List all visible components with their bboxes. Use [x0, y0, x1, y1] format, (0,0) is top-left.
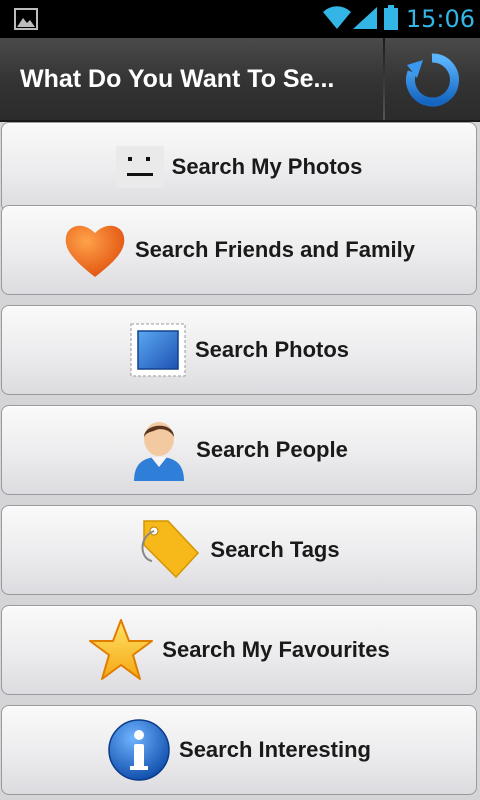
image-notification-icon [14, 8, 38, 34]
tag-icon [138, 517, 202, 583]
status-bar: 15:06 [0, 0, 480, 38]
menu-item-label: Search My Favourites [162, 637, 390, 662]
menu-item-label: Search Photos [194, 337, 350, 362]
search-people-button[interactable]: Search People [1, 405, 477, 495]
title-bar: What Do You Want To Se... [0, 38, 480, 122]
menu-item-label: Search People [196, 437, 348, 462]
menu-item-label: Search Friends and Family [135, 237, 415, 262]
search-interesting-button[interactable]: Search Interesting [1, 705, 477, 795]
status-clock: 15:06 [405, 5, 475, 33]
page-title: What Do You Want To Se... [20, 65, 335, 93]
signal-icon [352, 6, 378, 34]
heart-icon [63, 220, 127, 280]
search-my-photos-button[interactable]: Search My Photos [1, 122, 477, 212]
battery-icon [383, 5, 399, 35]
refresh-icon [406, 53, 459, 107]
search-photos-button[interactable]: Search Photos [1, 305, 477, 395]
refresh-button[interactable] [385, 38, 480, 120]
menu-item-label: Search My Photos [171, 154, 363, 179]
search-my-favourites-button[interactable]: Search My Favourites [1, 605, 477, 695]
wifi-icon [322, 4, 352, 34]
menu-item-label: Search Interesting [179, 737, 371, 762]
search-friends-family-button[interactable]: Search Friends and Family [1, 205, 477, 295]
search-tags-button[interactable]: Search Tags [1, 505, 477, 595]
info-icon [107, 718, 171, 782]
person-icon [130, 417, 188, 483]
menu-item-label: Search Tags [210, 537, 340, 562]
face-icon [115, 146, 164, 188]
star-icon [88, 618, 154, 682]
stamp-icon [129, 322, 187, 378]
